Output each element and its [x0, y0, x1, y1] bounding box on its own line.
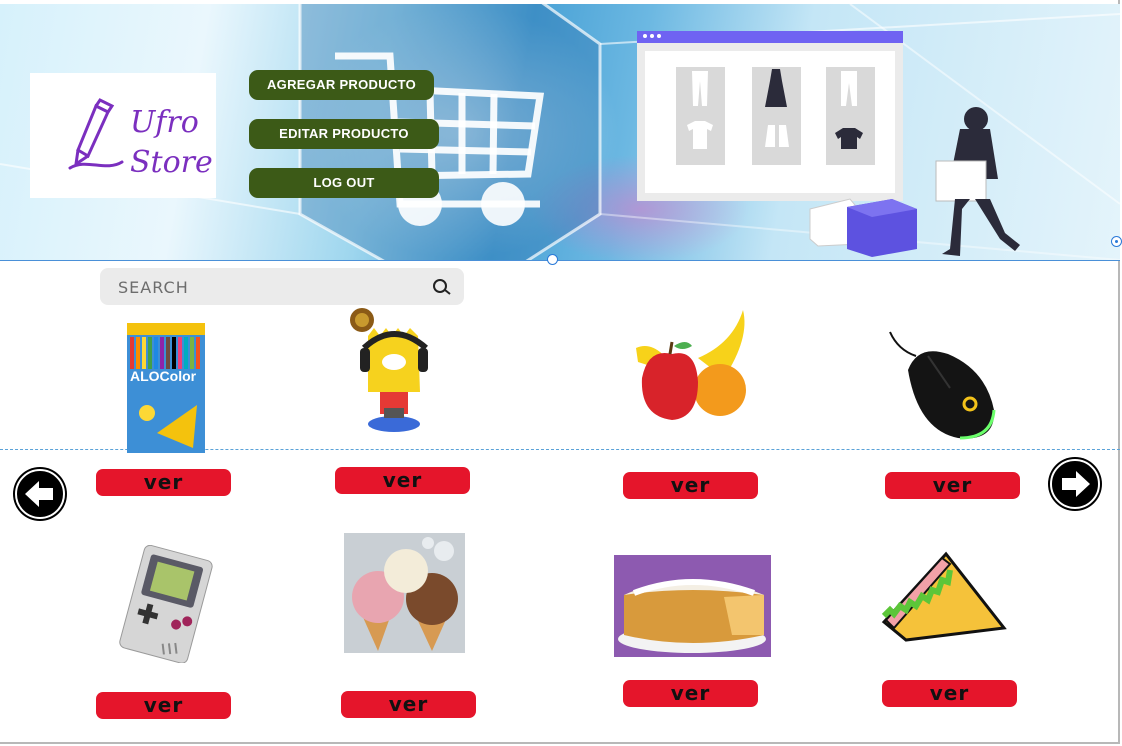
colored-pencils-box-icon: ALOColor	[127, 323, 205, 453]
arrow-right-icon	[1050, 459, 1100, 509]
next-arrow-button[interactable]	[1048, 457, 1102, 511]
banner-resize-handle[interactable]	[547, 254, 558, 265]
product-image-icecream[interactable]	[344, 533, 465, 653]
search-icon[interactable]	[432, 278, 452, 296]
search-bar	[100, 268, 464, 305]
product-image-fruits[interactable]	[628, 308, 750, 424]
logout-button[interactable]: LOG OUT	[249, 168, 439, 198]
product-image-gameboy[interactable]	[113, 544, 217, 664]
arrow-left-icon	[15, 469, 65, 519]
gaming-mouse-icon	[889, 331, 996, 440]
pencils-box-text: ALOColor	[130, 368, 197, 384]
pencil-logo-icon	[68, 98, 124, 170]
product-image-pencils[interactable]: ALOColor	[127, 323, 205, 453]
product-image-figure[interactable]	[346, 308, 442, 434]
product-image-mouse[interactable]	[888, 330, 998, 442]
bart-funko-figure-icon	[350, 308, 428, 432]
gameboy-icon	[119, 544, 213, 664]
previous-arrow-button[interactable]	[13, 467, 67, 521]
view-button-cake[interactable]: ver	[623, 680, 758, 707]
view-button-figure[interactable]: ver	[335, 467, 470, 494]
edit-product-button[interactable]: EDITAR PRODUCTO	[249, 119, 439, 149]
logo-text-line1: Ufro	[130, 105, 199, 140]
delivery-person-illustration	[809, 107, 1020, 257]
view-button-gameboy[interactable]: ver	[96, 692, 231, 719]
add-product-button[interactable]: AGREGAR PRODUCTO	[249, 70, 434, 100]
logo-text-line2: Store	[130, 145, 213, 180]
logo-text: Ufro Store	[130, 103, 213, 183]
view-button-pencils[interactable]: ver	[96, 469, 231, 496]
view-button-icecream[interactable]: ver	[341, 691, 476, 718]
cake-icon	[614, 555, 771, 657]
sandwich-icon	[881, 551, 1007, 642]
banner-target-icon[interactable]	[1111, 236, 1122, 247]
view-button-fruits[interactable]: ver	[623, 472, 758, 499]
store-logo: Ufro Store	[30, 73, 216, 198]
view-button-mouse[interactable]: ver	[885, 472, 1020, 499]
search-input[interactable]	[116, 274, 420, 300]
view-button-sandwich[interactable]: ver	[882, 680, 1017, 707]
fruits-icon	[636, 310, 746, 420]
product-image-sandwich[interactable]	[880, 550, 1008, 644]
ice-cream-cones-icon	[344, 533, 465, 653]
header-banner: Ufro Store AGREGAR PRODUCTO EDITAR PRODU…	[0, 4, 1120, 261]
product-image-cake[interactable]	[614, 555, 771, 657]
